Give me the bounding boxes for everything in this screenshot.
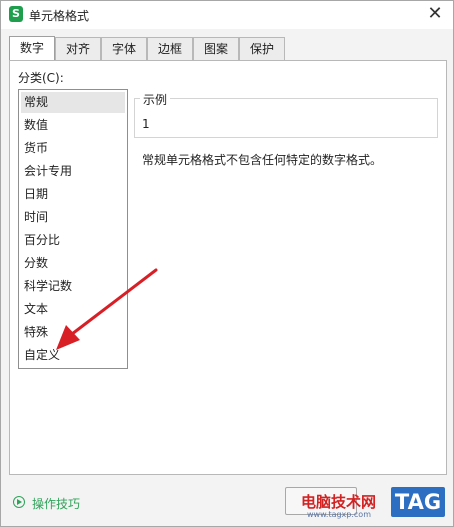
category-item-custom[interactable]: 自定义 xyxy=(21,345,125,366)
category-item-text[interactable]: 文本 xyxy=(21,299,125,320)
watermark-url: www.tagxp.com xyxy=(307,510,371,519)
operation-tips-link[interactable]: 操作技巧 xyxy=(32,495,80,512)
category-item-time[interactable]: 时间 xyxy=(21,207,125,228)
tab-font[interactable]: 字体 xyxy=(101,37,147,60)
tab-border[interactable]: 边框 xyxy=(147,37,193,60)
sample-label: 示例 xyxy=(140,91,171,108)
format-cells-dialog: S 单元格格式 ✕ 数字 对齐 字体 边框 图案 保护 分类(C): 常规 数值… xyxy=(0,0,454,527)
watermark-tag-logo: TAG xyxy=(391,487,445,517)
tab-number[interactable]: 数字 xyxy=(9,36,55,61)
play-circle-icon[interactable] xyxy=(13,496,25,508)
tab-protection[interactable]: 保护 xyxy=(239,37,285,60)
category-item-date[interactable]: 日期 xyxy=(21,184,125,205)
watermark-text: 电脑技术网 xyxy=(301,493,377,511)
category-item-percentage[interactable]: 百分比 xyxy=(21,230,125,251)
category-item-special[interactable]: 特殊 xyxy=(21,322,125,343)
category-list[interactable]: 常规 数值 货币 会计专用 日期 时间 百分比 分数 科学记数 文本 特殊 自定… xyxy=(18,89,128,369)
title-bar: S 单元格格式 ✕ xyxy=(1,1,453,29)
category-item-number[interactable]: 数值 xyxy=(21,115,125,136)
category-item-general[interactable]: 常规 xyxy=(21,92,125,113)
tab-alignment[interactable]: 对齐 xyxy=(55,37,101,60)
category-label: 分类(C): xyxy=(18,71,64,85)
category-item-currency[interactable]: 货币 xyxy=(21,138,125,159)
dialog-title: 单元格格式 xyxy=(29,9,90,23)
sample-box xyxy=(134,98,438,138)
sample-value: 1 xyxy=(142,117,150,131)
close-icon[interactable]: ✕ xyxy=(423,3,447,27)
category-item-accounting[interactable]: 会计专用 xyxy=(21,161,125,182)
category-item-fraction[interactable]: 分数 xyxy=(21,253,125,274)
format-description: 常规单元格格式不包含任何特定的数字格式。 xyxy=(142,153,383,167)
number-tab-panel: 分类(C): 常规 数值 货币 会计专用 日期 时间 百分比 分数 科学记数 文… xyxy=(9,60,447,475)
dialog-footer: 操作技巧 电脑技术网 www.tagxp.com TAG xyxy=(1,481,453,525)
category-item-scientific[interactable]: 科学记数 xyxy=(21,276,125,297)
tab-pattern[interactable]: 图案 xyxy=(193,37,239,60)
spreadsheet-app-icon: S xyxy=(9,6,23,22)
